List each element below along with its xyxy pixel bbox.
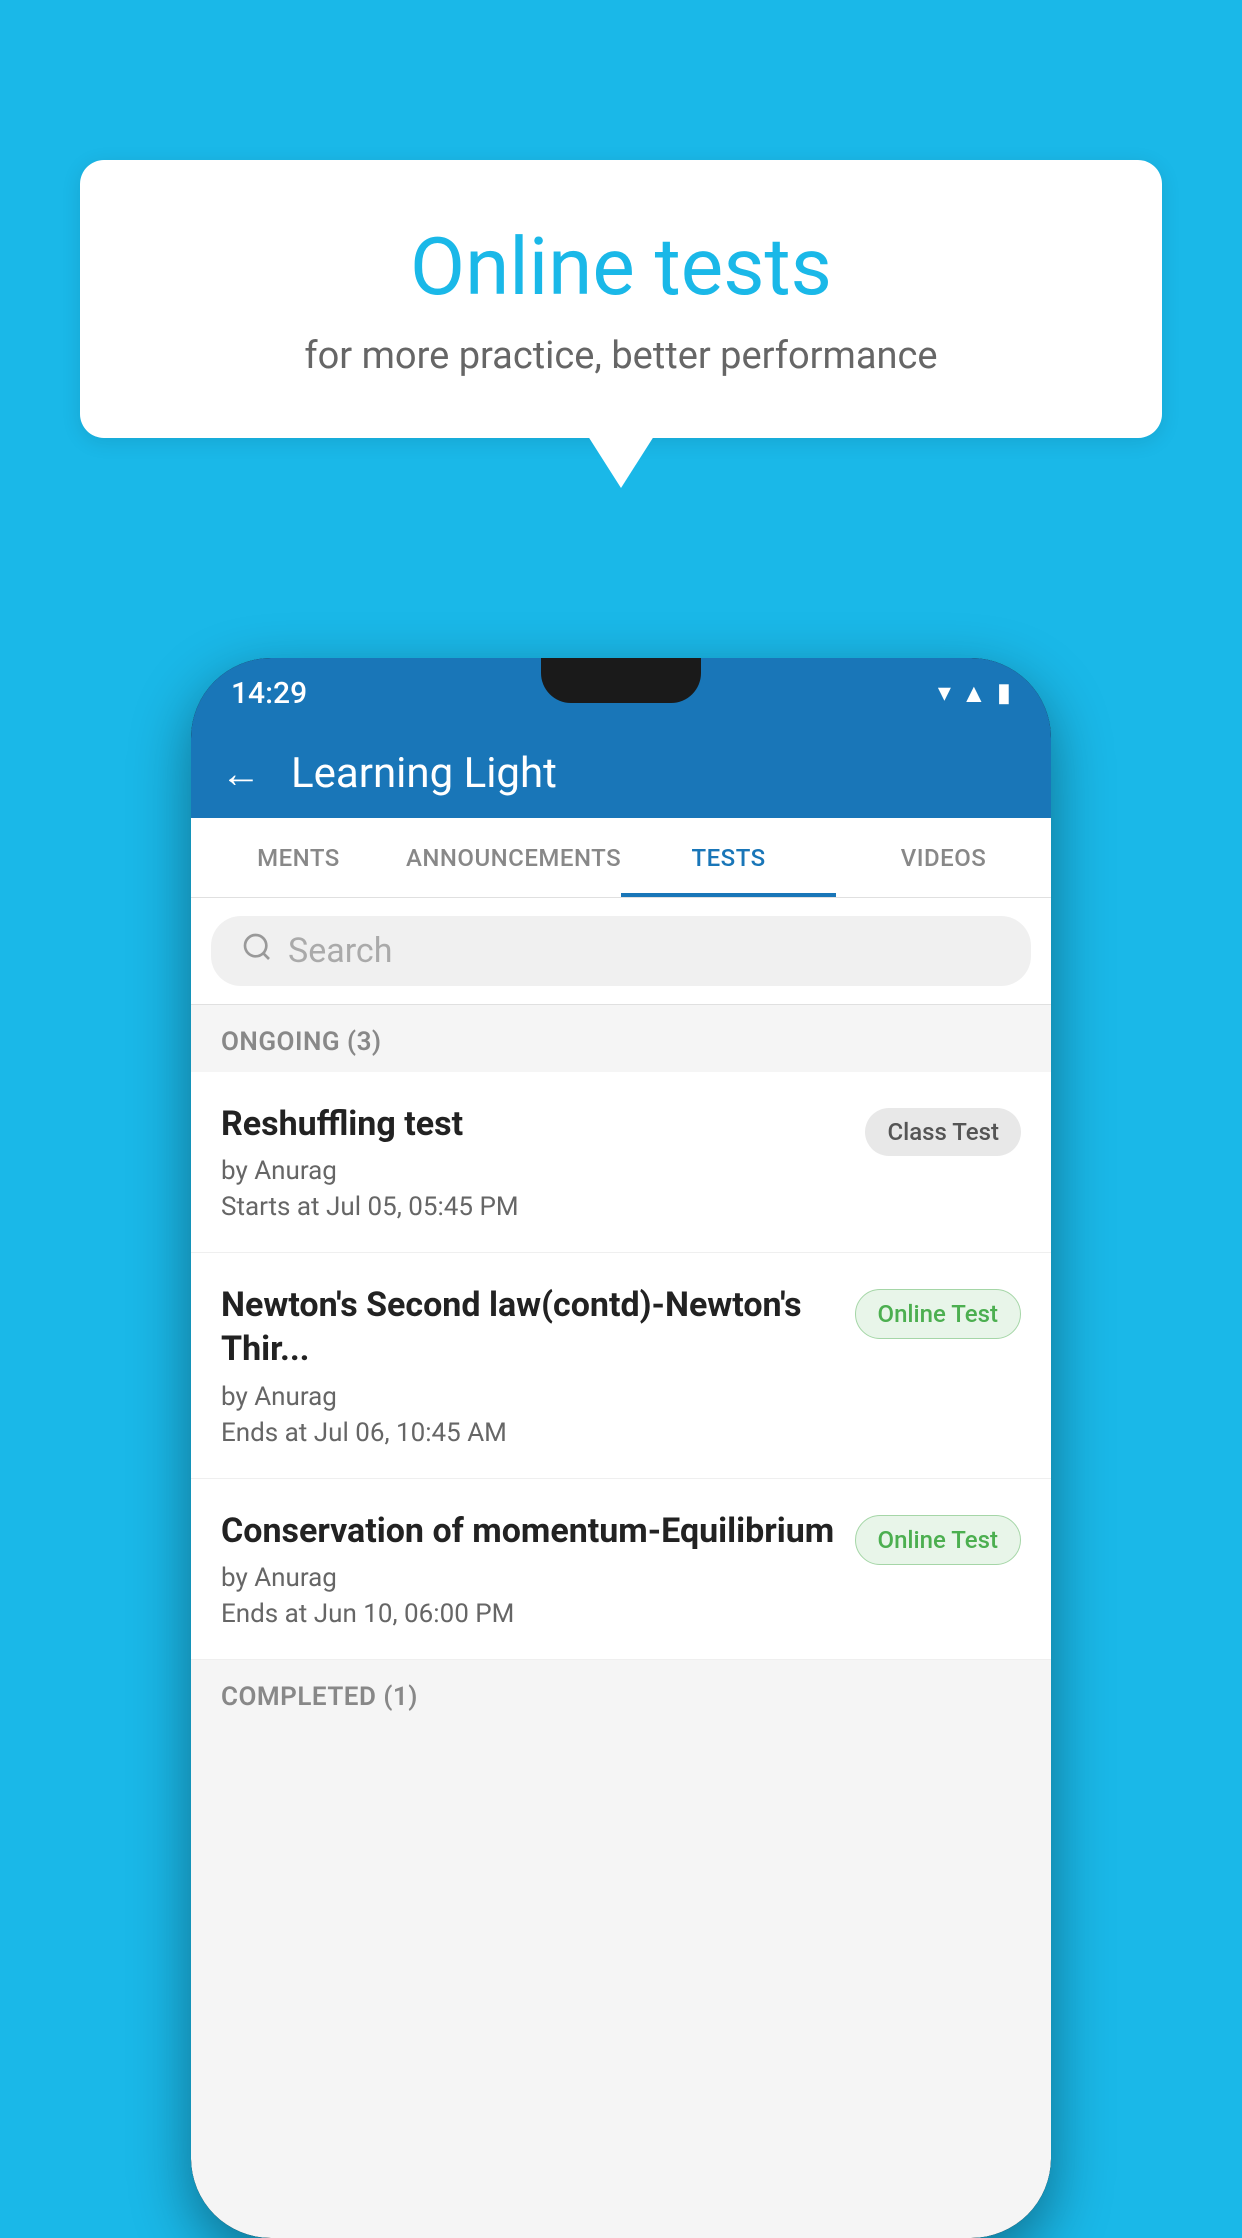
signal-icon: ▲ bbox=[961, 678, 987, 709]
phone-screen: Search ONGOING (3) Reshuffling test by A… bbox=[191, 898, 1051, 2238]
search-icon bbox=[241, 931, 273, 971]
test-time: Ends at Jul 06, 10:45 AM bbox=[221, 1418, 835, 1448]
test-author: by Anurag bbox=[221, 1563, 835, 1593]
search-bar[interactable]: Search bbox=[211, 916, 1031, 986]
test-name: Newton's Second law(contd)-Newton's Thir… bbox=[221, 1283, 835, 1371]
phone-inner: 14:29 ▾ ▲ ▮ ← Learning Light MENTS ANNOU… bbox=[191, 658, 1051, 2238]
completed-label: COMPLETED (1) bbox=[221, 1682, 418, 1712]
app-title: Learning Light bbox=[291, 749, 557, 798]
test-item-content: Conservation of momentum-Equilibrium by … bbox=[221, 1509, 855, 1629]
test-list: Reshuffling test by Anurag Starts at Jul… bbox=[191, 1072, 1051, 1660]
battery-icon: ▮ bbox=[997, 678, 1011, 708]
ongoing-section-header: ONGOING (3) bbox=[191, 1005, 1051, 1072]
phone-frame: 14:29 ▾ ▲ ▮ ← Learning Light MENTS ANNOU… bbox=[191, 658, 1051, 2238]
test-badge-online: Online Test bbox=[855, 1289, 1021, 1339]
wifi-icon: ▾ bbox=[938, 678, 951, 708]
tab-tests[interactable]: TESTS bbox=[621, 818, 836, 897]
test-author: by Anurag bbox=[221, 1382, 835, 1412]
bubble-subtitle: for more practice, better performance bbox=[160, 334, 1082, 378]
test-badge-online: Online Test bbox=[855, 1515, 1021, 1565]
tab-announcements[interactable]: ANNOUNCEMENTS bbox=[406, 818, 621, 897]
tab-ments[interactable]: MENTS bbox=[191, 818, 406, 897]
test-name: Conservation of momentum-Equilibrium bbox=[221, 1509, 835, 1553]
completed-section-header: COMPLETED (1) bbox=[191, 1660, 1051, 1727]
app-header: ← Learning Light bbox=[191, 728, 1051, 818]
phone-notch bbox=[541, 658, 701, 703]
test-item[interactable]: Reshuffling test by Anurag Starts at Jul… bbox=[191, 1072, 1051, 1253]
test-badge-class: Class Test bbox=[865, 1108, 1021, 1156]
ongoing-label: ONGOING (3) bbox=[221, 1027, 382, 1057]
back-button[interactable]: ← bbox=[221, 750, 261, 797]
status-time: 14:29 bbox=[231, 676, 307, 711]
status-icons: ▾ ▲ ▮ bbox=[938, 678, 1011, 709]
speech-bubble-container: Online tests for more practice, better p… bbox=[80, 160, 1162, 438]
test-author: by Anurag bbox=[221, 1156, 845, 1186]
search-placeholder: Search bbox=[288, 931, 392, 971]
test-time: Ends at Jun 10, 06:00 PM bbox=[221, 1599, 835, 1629]
test-name: Reshuffling test bbox=[221, 1102, 845, 1146]
search-bar-container: Search bbox=[191, 898, 1051, 1005]
test-item[interactable]: Conservation of momentum-Equilibrium by … bbox=[191, 1479, 1051, 1660]
test-item-content: Newton's Second law(contd)-Newton's Thir… bbox=[221, 1283, 855, 1447]
speech-bubble: Online tests for more practice, better p… bbox=[80, 160, 1162, 438]
bubble-title: Online tests bbox=[160, 220, 1082, 314]
tab-bar: MENTS ANNOUNCEMENTS TESTS VIDEOS bbox=[191, 818, 1051, 898]
test-time: Starts at Jul 05, 05:45 PM bbox=[221, 1192, 845, 1222]
test-item-content: Reshuffling test by Anurag Starts at Jul… bbox=[221, 1102, 865, 1222]
tab-videos[interactable]: VIDEOS bbox=[836, 818, 1051, 897]
test-item[interactable]: Newton's Second law(contd)-Newton's Thir… bbox=[191, 1253, 1051, 1478]
